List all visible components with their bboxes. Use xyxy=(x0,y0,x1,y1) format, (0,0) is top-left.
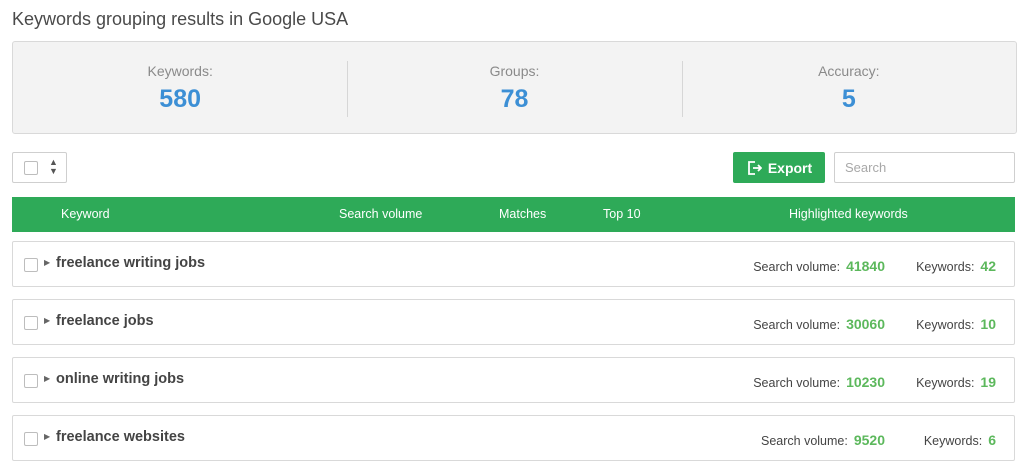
row-checkbox[interactable] xyxy=(24,432,38,446)
caret-right-icon[interactable]: ▶ xyxy=(44,374,50,383)
search-volume-label: Search volume: xyxy=(760,434,848,448)
keywords-label: Keywords: xyxy=(916,318,975,332)
caret-right-icon[interactable]: ▶ xyxy=(44,316,50,325)
row-keyword[interactable]: freelance jobs xyxy=(56,313,154,329)
select-all-checkbox[interactable] xyxy=(24,161,38,175)
search-volume-label: Search volume: xyxy=(753,260,841,274)
keywords-label: Keywords: xyxy=(916,376,975,390)
row-keyword[interactable]: freelance websites xyxy=(56,429,185,445)
export-button-label: Export xyxy=(767,159,813,176)
search-volume-value: 30060 xyxy=(846,316,885,332)
column-header-keyword[interactable]: Keyword xyxy=(61,207,110,221)
search-volume-value: 9520 xyxy=(853,432,885,448)
table-row[interactable]: ▶ freelance writing jobs Search volume: … xyxy=(12,241,1015,287)
keywords-count: 19 xyxy=(980,374,996,390)
row-meta: Search volume: 30060 Keywords: 10 xyxy=(753,316,996,332)
search-input[interactable] xyxy=(834,152,1015,183)
stat-label: Accuracy: xyxy=(818,63,880,79)
column-header-search-volume[interactable]: Search volume xyxy=(339,207,422,221)
export-icon xyxy=(747,160,762,175)
keywords-label: Keywords: xyxy=(916,260,975,274)
search-volume-label: Search volume: xyxy=(753,318,841,332)
keywords-count: 6 xyxy=(988,432,996,448)
table-row[interactable]: ▶ online writing jobs Search volume: 102… xyxy=(12,357,1015,403)
stat-value: 5 xyxy=(841,85,856,113)
column-header-highlighted-keywords[interactable]: Highlighted keywords xyxy=(789,207,908,221)
keywords-count: 10 xyxy=(980,316,996,332)
stat-value: 580 xyxy=(159,85,202,113)
row-keyword[interactable]: online writing jobs xyxy=(56,371,184,387)
row-keyword[interactable]: freelance writing jobs xyxy=(56,255,205,271)
keywords-count: 42 xyxy=(980,258,996,274)
stat-groups: Groups: 78 xyxy=(347,42,681,133)
table-row[interactable]: ▶ freelance websites Search volume: 9520… xyxy=(12,415,1015,461)
stat-keywords: Keywords: 580 xyxy=(13,42,347,133)
row-meta: Search volume: 9520 Keywords: 6 xyxy=(761,432,996,448)
search-volume-label: Search volume: xyxy=(753,376,841,390)
row-meta: Search volume: 10230 Keywords: 19 xyxy=(753,374,996,390)
stats-panel: Keywords: 580 Groups: 78 Accuracy: 5 xyxy=(12,41,1017,134)
column-header-top10[interactable]: Top 10 xyxy=(603,207,641,221)
table-header: Keyword Search volume Matches Top 10 Hig… xyxy=(12,197,1015,232)
row-checkbox[interactable] xyxy=(24,316,38,330)
search-volume-value: 41840 xyxy=(846,258,885,274)
caret-right-icon[interactable]: ▶ xyxy=(44,258,50,267)
caret-right-icon[interactable]: ▶ xyxy=(44,432,50,441)
row-meta: Search volume: 41840 Keywords: 42 xyxy=(753,258,996,274)
bulk-select-dropdown[interactable]: ▲ ▼ xyxy=(12,152,67,183)
stat-value: 78 xyxy=(500,85,529,113)
search-volume-value: 10230 xyxy=(846,374,885,390)
page-title: Keywords grouping results in Google USA xyxy=(12,9,349,29)
stat-label: Keywords: xyxy=(147,63,213,79)
keywords-label: Keywords: xyxy=(923,434,983,448)
row-checkbox[interactable] xyxy=(24,374,38,388)
row-checkbox[interactable] xyxy=(24,258,38,272)
export-button[interactable]: Export xyxy=(733,152,825,183)
table-row[interactable]: ▶ freelance jobs Search volume: 30060 Ke… xyxy=(12,299,1015,345)
sort-arrows-icon[interactable]: ▲ ▼ xyxy=(49,158,58,176)
stat-label: Groups: xyxy=(489,63,540,79)
stat-accuracy: Accuracy: 5 xyxy=(681,42,1016,133)
column-header-matches[interactable]: Matches xyxy=(499,207,546,221)
